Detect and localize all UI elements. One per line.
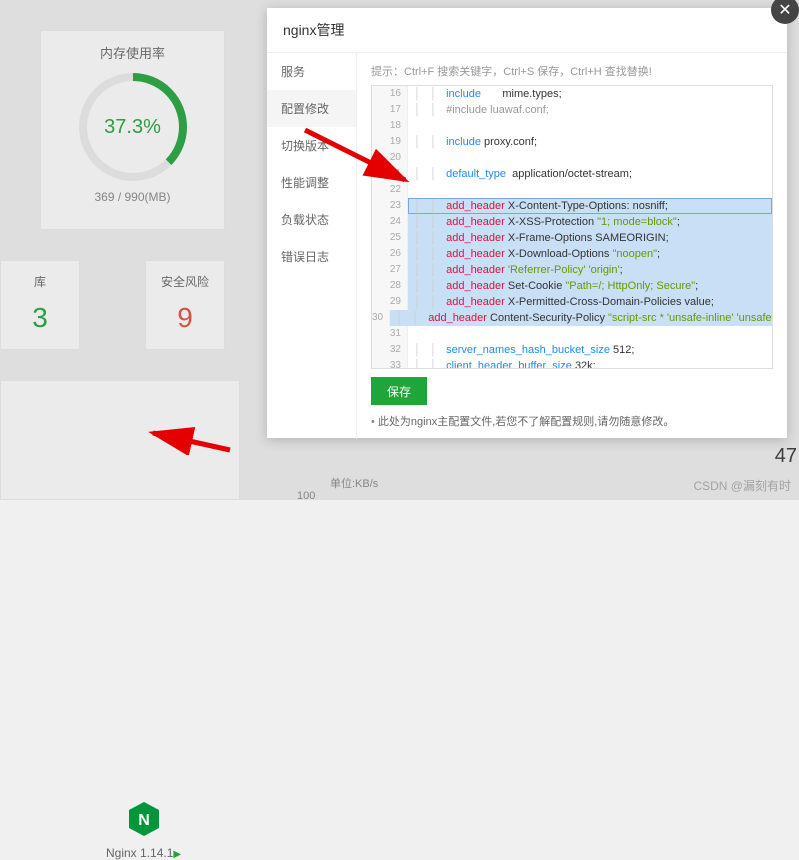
code-content[interactable]: │ │ add_header X-Content-Type-Options: n… [408, 198, 772, 214]
code-line[interactable]: 19│ │ include proxy.conf; [372, 134, 772, 150]
nginx-icon: N [128, 801, 160, 837]
code-line[interactable]: 33│ │ client_header_buffer_size 32k; [372, 358, 772, 369]
line-number: 21 [372, 166, 408, 182]
code-line[interactable]: 16│ │ include mime.types; [372, 86, 772, 102]
code-content[interactable]: │ │ #include luawaf.conf; [408, 102, 772, 118]
close-icon: ✕ [778, 0, 791, 20]
editor-hint: 提示：Ctrl+F 搜索关键字，Ctrl+S 保存，Ctrl+H 查找替换! [371, 63, 773, 79]
code-content[interactable]: │ │ include mime.types; [408, 86, 772, 102]
line-number: 33 [372, 358, 408, 369]
line-number: 20 [372, 150, 408, 166]
save-button[interactable]: 保存 [371, 377, 427, 405]
code-content[interactable]: │ │ add_header X-XSS-Protection "1; mode… [408, 214, 772, 230]
code-line[interactable]: 18 [372, 118, 772, 134]
nginx-version: Nginx 1.14.1▶ [106, 846, 181, 860]
line-number: 17 [372, 102, 408, 118]
code-editor[interactable]: 16│ │ include mime.types;17│ │ #include … [371, 85, 773, 369]
line-number: 24 [372, 214, 408, 230]
code-line[interactable]: 24│ │ add_header X-XSS-Protection "1; mo… [372, 214, 772, 230]
code-content[interactable] [408, 182, 772, 198]
line-number: 19 [372, 134, 408, 150]
modal-title: nginx管理 [267, 8, 787, 53]
line-number: 30 [372, 310, 390, 326]
modal-content: 提示：Ctrl+F 搜索关键字，Ctrl+S 保存，Ctrl+H 查找替换! 1… [357, 53, 787, 439]
code-content[interactable] [408, 326, 772, 342]
code-content[interactable]: │ │ add_header Content-Security-Policy "… [390, 310, 773, 326]
modal-sidebar: 服务配置修改切换版本性能调整负载状态错误日志 [267, 53, 357, 439]
line-number: 27 [372, 262, 408, 278]
code-content[interactable]: │ │ add_header X-Frame-Options SAMEORIGI… [408, 230, 772, 246]
code-line[interactable]: 30│ │ add_header Content-Security-Policy… [372, 310, 772, 326]
code-content[interactable]: │ │ add_header X-Download-Options "noope… [408, 246, 772, 262]
line-number: 18 [372, 118, 408, 134]
line-number: 22 [372, 182, 408, 198]
line-number: 32 [372, 342, 408, 358]
line-number: 23 [372, 198, 408, 214]
code-line[interactable]: 28│ │ add_header Set-Cookie "Path=/; Htt… [372, 278, 772, 294]
code-line[interactable]: 31 [372, 326, 772, 342]
code-line[interactable]: 22 [372, 182, 772, 198]
nginx-modal: ✕ nginx管理 服务配置修改切换版本性能调整负载状态错误日志 提示：Ctrl… [267, 8, 787, 438]
code-line[interactable]: 26│ │ add_header X-Download-Options "noo… [372, 246, 772, 262]
code-content[interactable]: │ │ add_header 'Referrer-Policy' 'origin… [408, 262, 772, 278]
code-line[interactable]: 32│ │ server_names_hash_bucket_size 512; [372, 342, 772, 358]
line-number: 28 [372, 278, 408, 294]
sidebar-item-5[interactable]: 错误日志 [267, 238, 356, 275]
sidebar-item-2[interactable]: 切换版本 [267, 127, 356, 164]
nginx-logo[interactable]: N Nginx 1.14.1▶ [106, 801, 181, 860]
svg-text:N: N [138, 812, 150, 829]
code-line[interactable]: 27│ │ add_header 'Referrer-Policy' 'orig… [372, 262, 772, 278]
play-icon: ▶ [173, 849, 181, 860]
sidebar-item-1[interactable]: 配置修改 [267, 90, 356, 127]
code-content[interactable]: │ │ add_header X-Permitted-Cross-Domain-… [408, 294, 772, 310]
line-number: 26 [372, 246, 408, 262]
code-line[interactable]: 23│ │ add_header X-Content-Type-Options:… [372, 198, 772, 214]
sidebar-item-3[interactable]: 性能调整 [267, 164, 356, 201]
code-line[interactable]: 25│ │ add_header X-Frame-Options SAMEORI… [372, 230, 772, 246]
code-line[interactable]: 29│ │ add_header X-Permitted-Cross-Domai… [372, 294, 772, 310]
code-line[interactable]: 21│ │ default_type application/octet-str… [372, 166, 772, 182]
code-content[interactable]: │ │ server_names_hash_bucket_size 512; [408, 342, 772, 358]
code-line[interactable]: 20 [372, 150, 772, 166]
code-content[interactable]: │ │ default_type application/octet-strea… [408, 166, 772, 182]
line-number: 16 [372, 86, 408, 102]
code-content[interactable]: │ │ include proxy.conf; [408, 134, 772, 150]
code-content[interactable]: │ │ client_header_buffer_size 32k; [408, 358, 772, 369]
line-number: 31 [372, 326, 408, 342]
code-content[interactable] [408, 118, 772, 134]
sidebar-item-4[interactable]: 负载状态 [267, 201, 356, 238]
sidebar-item-0[interactable]: 服务 [267, 53, 356, 90]
line-number: 25 [372, 230, 408, 246]
config-note: 此处为nginx主配置文件,若您不了解配置规则,请勿随意修改。 [371, 413, 773, 429]
code-line[interactable]: 17│ │ #include luawaf.conf; [372, 102, 772, 118]
code-content[interactable] [408, 150, 772, 166]
line-number: 29 [372, 294, 408, 310]
code-content[interactable]: │ │ add_header Set-Cookie "Path=/; HttpO… [408, 278, 772, 294]
